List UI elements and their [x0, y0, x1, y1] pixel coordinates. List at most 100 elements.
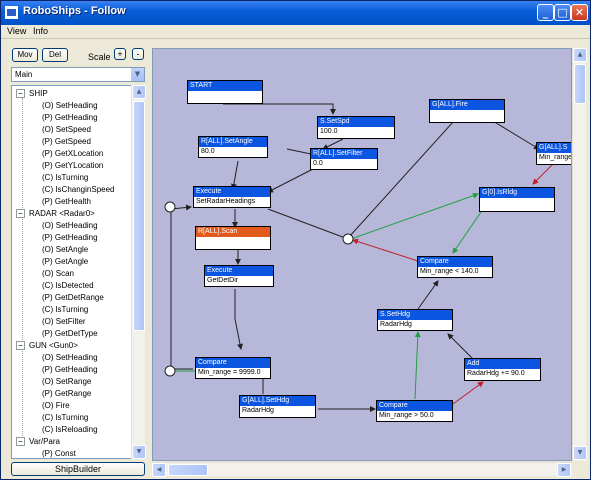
node-body: RadarHdg — [242, 407, 274, 414]
tree-item[interactable]: (P) GetHeading — [42, 113, 98, 125]
tree-item[interactable]: (C) IsDetected — [42, 281, 94, 293]
tree-scroll-thumb[interactable] — [133, 101, 145, 331]
close-button[interactable]: ✕ — [571, 4, 588, 21]
connector — [267, 208, 349, 240]
tree-group-var-para[interactable]: − Var/Para — [16, 437, 60, 449]
scroll-left-icon[interactable]: ◀ — [152, 463, 166, 477]
tree-item[interactable]: (O) SetFilter — [42, 317, 86, 329]
node-header: S.SetSpd — [318, 117, 394, 127]
tree-item[interactable]: (P) GetXLocation — [42, 149, 103, 161]
menu-view[interactable]: View — [7, 26, 26, 36]
connector — [223, 103, 336, 115]
node-body: Min_range < 140.0 — [420, 268, 479, 275]
tree-item[interactable]: (C) IsReloading — [42, 425, 98, 437]
tree-item[interactable]: (O) SetSpeed — [42, 125, 91, 137]
tree-item[interactable]: (P) GetHeading — [42, 365, 98, 377]
connector — [352, 238, 422, 263]
node-start[interactable]: START — [187, 80, 263, 104]
tree-item[interactable]: (O) SetHeading — [42, 353, 98, 365]
menu-bar: View Info — [1, 25, 590, 39]
tree-item[interactable]: (O) Scan — [42, 269, 74, 281]
node-shdg[interactable]: S.SetHdg RadarHdg — [377, 309, 453, 331]
node-header: R[ALL].SetAngle — [199, 137, 267, 147]
collapse-icon[interactable]: − — [16, 209, 25, 219]
node-setspd[interactable]: S.SetSpd 100.0 — [317, 116, 395, 139]
collapse-icon[interactable]: − — [16, 341, 25, 351]
node-cmp50[interactable]: Compare Min_range > 50.0 — [376, 400, 453, 422]
tree-group-radar[interactable]: − RADAR <Radar0> — [16, 209, 95, 221]
node-gallhdg[interactable]: G[ALL].SetHdg RadarHdg — [239, 395, 316, 418]
tree-item[interactable]: (P) GetYLocation — [42, 161, 103, 173]
tree-item[interactable]: (P) GetHeading — [42, 233, 98, 245]
maximize-button[interactable]: □ — [554, 4, 571, 21]
tree-item[interactable]: (O) SetHeading — [42, 101, 98, 113]
tree-item[interactable]: (O) Fire — [42, 401, 70, 413]
scroll-up-icon[interactable]: ▲ — [132, 85, 146, 99]
junction-node — [342, 233, 354, 245]
node-header: R[ALL].Scan — [196, 227, 270, 237]
node-body: 0.0 — [313, 160, 323, 167]
scroll-right-icon[interactable]: ▶ — [557, 463, 571, 477]
zoom-out-button[interactable]: - — [132, 48, 144, 60]
node-setfilter[interactable]: R[ALL].SetFilter 0.0 — [310, 148, 378, 170]
flow-canvas[interactable]: START S.SetSpd 100.0 G[ALL].Fire G[ALL].… — [152, 48, 572, 461]
tree-group-label: Var/Para — [29, 437, 60, 446]
node-cmp140[interactable]: Compare Min_range < 140.0 — [417, 256, 493, 278]
canvas-vertical-scrollbar[interactable]: ▲ ▼ — [572, 48, 587, 461]
tree-item[interactable]: (P) GetDetRange — [42, 293, 104, 305]
connector — [286, 148, 312, 155]
node-scan[interactable]: R[ALL].Scan — [195, 226, 271, 250]
tree-item[interactable]: (C) IsChanginSpeed — [42, 185, 114, 197]
node-gall-s[interactable]: G[ALL].S Min_range — [536, 142, 571, 165]
node-cmp9999[interactable]: Compare Min_range = 9999.0 — [195, 357, 271, 379]
node-fire[interactable]: G[ALL].Fire — [429, 99, 505, 123]
tree-item[interactable]: (P) GetSpeed — [42, 137, 91, 149]
node-add[interactable]: Add RadarHdg += 90.0 — [464, 358, 541, 381]
canvas-hscroll-thumb[interactable] — [168, 464, 208, 476]
node-exec1[interactable]: Execute SetRadarHeadings — [193, 186, 271, 208]
tree-item[interactable]: (C) IsTurning — [42, 173, 88, 185]
collapse-icon[interactable]: − — [16, 437, 25, 447]
tree-scrollbar[interactable]: ▲ ▼ — [131, 85, 146, 459]
resize-grip[interactable] — [572, 462, 586, 476]
node-exec2[interactable]: Execute GetDetDir — [204, 265, 274, 287]
tree-item[interactable]: (P) GetAngle — [42, 257, 88, 269]
node-setangle[interactable]: R[ALL].SetAngle 80.0 — [198, 136, 268, 158]
del-button[interactable]: Del — [42, 48, 68, 62]
canvas-vscroll-thumb[interactable] — [574, 64, 586, 104]
collapse-icon[interactable]: − — [16, 89, 25, 99]
tree-item[interactable]: (P) Const — [42, 449, 76, 458]
node-body: 100.0 — [320, 128, 338, 135]
tree-item[interactable]: (O) SetAngle — [42, 245, 88, 257]
scroll-down-icon[interactable]: ▼ — [132, 445, 146, 459]
menu-info[interactable]: Info — [33, 26, 48, 36]
tree-item[interactable]: (P) GetHealth — [42, 197, 91, 209]
shipbuilder-button[interactable]: ShipBuilder — [11, 462, 145, 476]
node-header: START — [188, 81, 262, 91]
connector — [447, 333, 474, 360]
zoom-in-button[interactable]: + — [114, 48, 126, 60]
module-select[interactable]: Main ▼ — [11, 67, 145, 82]
connector — [234, 289, 243, 350]
tree-group-ship[interactable]: − SHIP — [16, 89, 48, 101]
tree-item[interactable]: (O) SetHeading — [42, 221, 98, 233]
tree-item[interactable]: (P) GetRange — [42, 389, 91, 401]
scroll-down-icon[interactable]: ▼ — [573, 446, 587, 460]
tree-group-gun[interactable]: − GUN <Gun0> — [16, 341, 78, 353]
scale-label: Scale — [88, 52, 111, 62]
title-bar[interactable]: RoboShips - Follow _ □ ✕ — [1, 1, 590, 25]
app-icon — [5, 6, 18, 19]
tree-item[interactable]: (P) GetDetType — [42, 329, 98, 341]
tree-item[interactable]: (O) SetRange — [42, 377, 91, 389]
tree-item[interactable]: (C) IsTurning — [42, 413, 88, 425]
tree-item[interactable]: (C) IsTurning — [42, 305, 88, 317]
node-isrldg[interactable]: G[0].IsRldg — [479, 187, 555, 212]
component-tree[interactable]: − SHIP (O) SetHeading (P) GetHeading (O) … — [11, 85, 145, 459]
connector — [267, 168, 314, 193]
chevron-down-icon[interactable]: ▼ — [130, 68, 144, 81]
canvas-horizontal-scrollbar[interactable]: ◀ ▶ — [152, 462, 572, 477]
junction-node — [164, 201, 176, 213]
scroll-up-icon[interactable]: ▲ — [573, 48, 587, 62]
minimize-button[interactable]: _ — [537, 4, 554, 21]
mov-button[interactable]: Mov — [12, 48, 38, 62]
